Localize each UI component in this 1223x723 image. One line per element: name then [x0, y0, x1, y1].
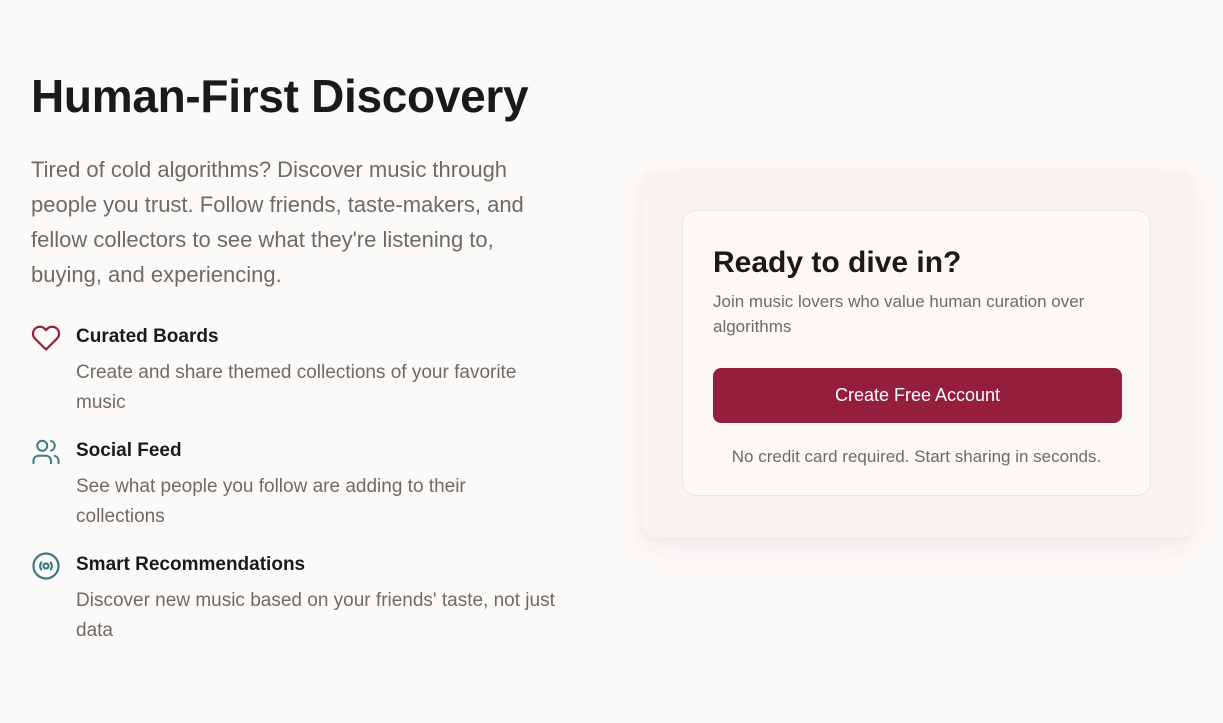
- users-icon: [31, 437, 61, 467]
- signup-card-note: No credit card required. Start sharing i…: [731, 447, 1102, 466]
- page-title: Human-First Discovery: [31, 70, 529, 122]
- disc-icon: [31, 551, 61, 581]
- signup-card: Ready to dive in? Join music lovers who …: [682, 210, 1151, 496]
- signup-card-container: Ready to dive in? Join music lovers who …: [642, 170, 1193, 538]
- heart-icon: [31, 323, 61, 353]
- feature-description: Create and share themed collections of y…: [76, 362, 517, 413]
- feature-item-curated-boards: Curated Boards Create and share themed c…: [31, 323, 591, 418]
- feature-title: Social Feed: [76, 440, 182, 461]
- signup-card-title: Ready to dive in?: [713, 246, 962, 279]
- feature-title: Smart Recommendations: [76, 554, 306, 575]
- feature-description: Discover new music based on your friends…: [76, 590, 555, 641]
- signup-card-subtitle: Join music lovers who value human curati…: [713, 292, 1085, 336]
- feature-description: See what people you follow are adding to…: [76, 476, 466, 527]
- feature-item-social-feed: Social Feed See what people you follow a…: [31, 437, 591, 532]
- hero-section: Human-First Discovery Tired of cold algo…: [31, 68, 591, 668]
- feature-title: Curated Boards: [76, 326, 219, 347]
- feature-list: Curated Boards Create and share themed c…: [31, 323, 591, 646]
- hero-description: Tired of cold algorithms? Discover music…: [31, 157, 524, 287]
- create-free-account-button[interactable]: Create Free Account: [713, 368, 1122, 423]
- feature-item-smart-recommendations: Smart Recommendations Discover new music…: [31, 551, 591, 646]
